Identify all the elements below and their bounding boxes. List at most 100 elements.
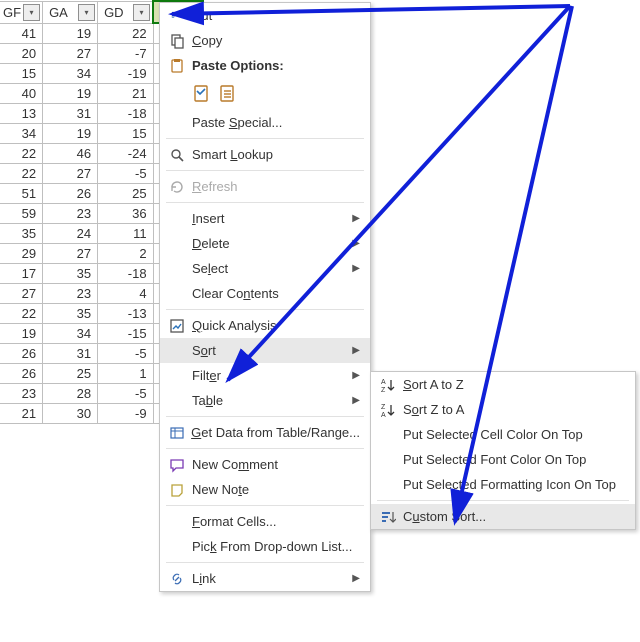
cell[interactable]: -7 [98, 44, 154, 64]
cell[interactable]: 31 [43, 344, 98, 364]
cell[interactable]: 27 [43, 44, 98, 64]
cell[interactable]: -13 [98, 304, 154, 324]
cell[interactable]: 19 [43, 124, 98, 144]
cell[interactable]: 19 [0, 324, 43, 344]
filter-dropdown-icon[interactable]: ▾ [133, 4, 150, 21]
cell[interactable]: 27 [43, 164, 98, 184]
context-menu[interactable]: ✂Cut Copy Paste Options: Paste Special..… [159, 2, 371, 592]
sort-submenu[interactable]: AZSort A to Z ZASort Z to A Put Selected… [370, 371, 636, 530]
menu-paste-special[interactable]: Paste Special... [160, 110, 370, 135]
menu-pick-list[interactable]: Pick From Drop-down List... [160, 534, 370, 559]
paste-option-2-icon[interactable] [218, 84, 238, 104]
cell[interactable]: 26 [0, 344, 43, 364]
menu-getdata[interactable]: Get Data from Table/Range... [160, 420, 370, 445]
cell[interactable]: 36 [98, 204, 154, 224]
cell[interactable]: 35 [43, 264, 98, 284]
cell[interactable]: 4 [98, 284, 154, 304]
col-header-ga[interactable]: GA▾ [43, 1, 98, 23]
cell[interactable]: 34 [0, 124, 43, 144]
cell[interactable]: 35 [43, 304, 98, 324]
cell[interactable]: 27 [0, 284, 43, 304]
svg-text:Z: Z [381, 387, 386, 393]
cell[interactable]: 24 [43, 224, 98, 244]
menu-select[interactable]: Select▶ [160, 256, 370, 281]
cell[interactable]: -15 [98, 324, 154, 344]
menu-new-note[interactable]: New Note [160, 477, 370, 502]
cell[interactable]: 22 [98, 23, 154, 44]
cell[interactable]: 20 [0, 44, 43, 64]
cell[interactable]: 46 [43, 144, 98, 164]
cell[interactable]: 11 [98, 224, 154, 244]
menu-font-color-top[interactable]: Put Selected Font Color On Top [371, 447, 635, 472]
cell[interactable]: 25 [43, 364, 98, 384]
cell[interactable]: -5 [98, 344, 154, 364]
cell[interactable]: 34 [43, 324, 98, 344]
cell[interactable]: -18 [98, 104, 154, 124]
cell[interactable]: 41 [0, 23, 43, 44]
cell[interactable]: 22 [0, 304, 43, 324]
menu-copy[interactable]: Copy [160, 28, 370, 53]
menu-label: Paste Options: [192, 58, 284, 73]
cell[interactable]: 13 [0, 104, 43, 124]
menu-formatting-icon-top[interactable]: Put Selected Formatting Icon On Top [371, 472, 635, 497]
cell[interactable]: 25 [98, 184, 154, 204]
cell[interactable]: 23 [0, 384, 43, 404]
cell[interactable]: 15 [0, 64, 43, 84]
menu-table[interactable]: Table▶ [160, 388, 370, 413]
cell[interactable]: 26 [43, 184, 98, 204]
menu-delete[interactable]: Delete▶ [160, 231, 370, 256]
sort-az-icon: AZ [377, 377, 399, 393]
cell[interactable]: 15 [98, 124, 154, 144]
cell[interactable]: -9 [98, 404, 154, 424]
cell[interactable]: -18 [98, 264, 154, 284]
paste-option-1-icon[interactable] [192, 84, 212, 104]
cell[interactable]: 2 [98, 244, 154, 264]
menu-clear-contents[interactable]: Clear Contents [160, 281, 370, 306]
cell[interactable]: 19 [43, 23, 98, 44]
filter-dropdown-icon[interactable]: ▾ [78, 4, 95, 21]
cell[interactable]: 21 [98, 84, 154, 104]
col-header-gd[interactable]: GD▾ [98, 1, 154, 23]
menu-sort-az[interactable]: AZSort A to Z [371, 372, 635, 397]
cell[interactable]: 17 [0, 264, 43, 284]
filter-dropdown-icon[interactable]: ▾ [23, 4, 40, 21]
cell[interactable]: 26 [0, 364, 43, 384]
menu-link[interactable]: Link▶ [160, 566, 370, 591]
cell[interactable]: -24 [98, 144, 154, 164]
menu-smart-lookup[interactable]: Smart Lookup [160, 142, 370, 167]
col-header-gf[interactable]: GF▾ [0, 1, 43, 23]
cell[interactable]: -5 [98, 384, 154, 404]
menu-sort[interactable]: Sort▶ [160, 338, 370, 363]
cell[interactable]: 19 [43, 84, 98, 104]
menu-filter[interactable]: Filter▶ [160, 363, 370, 388]
menu-cell-color-top[interactable]: Put Selected Cell Color On Top [371, 422, 635, 447]
cell[interactable]: 59 [0, 204, 43, 224]
cell[interactable]: 27 [43, 244, 98, 264]
cell[interactable]: 34 [43, 64, 98, 84]
comment-icon [166, 457, 188, 473]
menu-format-cells[interactable]: Format Cells... [160, 509, 370, 534]
cell[interactable]: 23 [43, 284, 98, 304]
cell[interactable]: 29 [0, 244, 43, 264]
cell[interactable]: -5 [98, 164, 154, 184]
cell[interactable]: 23 [43, 204, 98, 224]
cell[interactable]: 21 [0, 404, 43, 424]
cell[interactable]: 1 [98, 364, 154, 384]
menu-new-comment[interactable]: New Comment [160, 452, 370, 477]
cell[interactable]: -19 [98, 64, 154, 84]
cell[interactable]: 51 [0, 184, 43, 204]
cell[interactable]: 30 [43, 404, 98, 424]
paste-options-icons[interactable] [160, 78, 370, 110]
menu-cut[interactable]: ✂Cut [160, 3, 370, 28]
menu-custom-sort[interactable]: Custom Sort... [371, 504, 635, 529]
cell[interactable]: 22 [0, 164, 43, 184]
menu-insert[interactable]: Insert▶ [160, 206, 370, 231]
cell[interactable]: 22 [0, 144, 43, 164]
menu-quick-analysis[interactable]: Quick Analysis [160, 313, 370, 338]
cell[interactable]: 31 [43, 104, 98, 124]
cell[interactable]: 40 [0, 84, 43, 104]
cell[interactable]: 35 [0, 224, 43, 244]
cell[interactable]: 28 [43, 384, 98, 404]
search-icon [166, 147, 188, 163]
menu-sort-za[interactable]: ZASort Z to A [371, 397, 635, 422]
